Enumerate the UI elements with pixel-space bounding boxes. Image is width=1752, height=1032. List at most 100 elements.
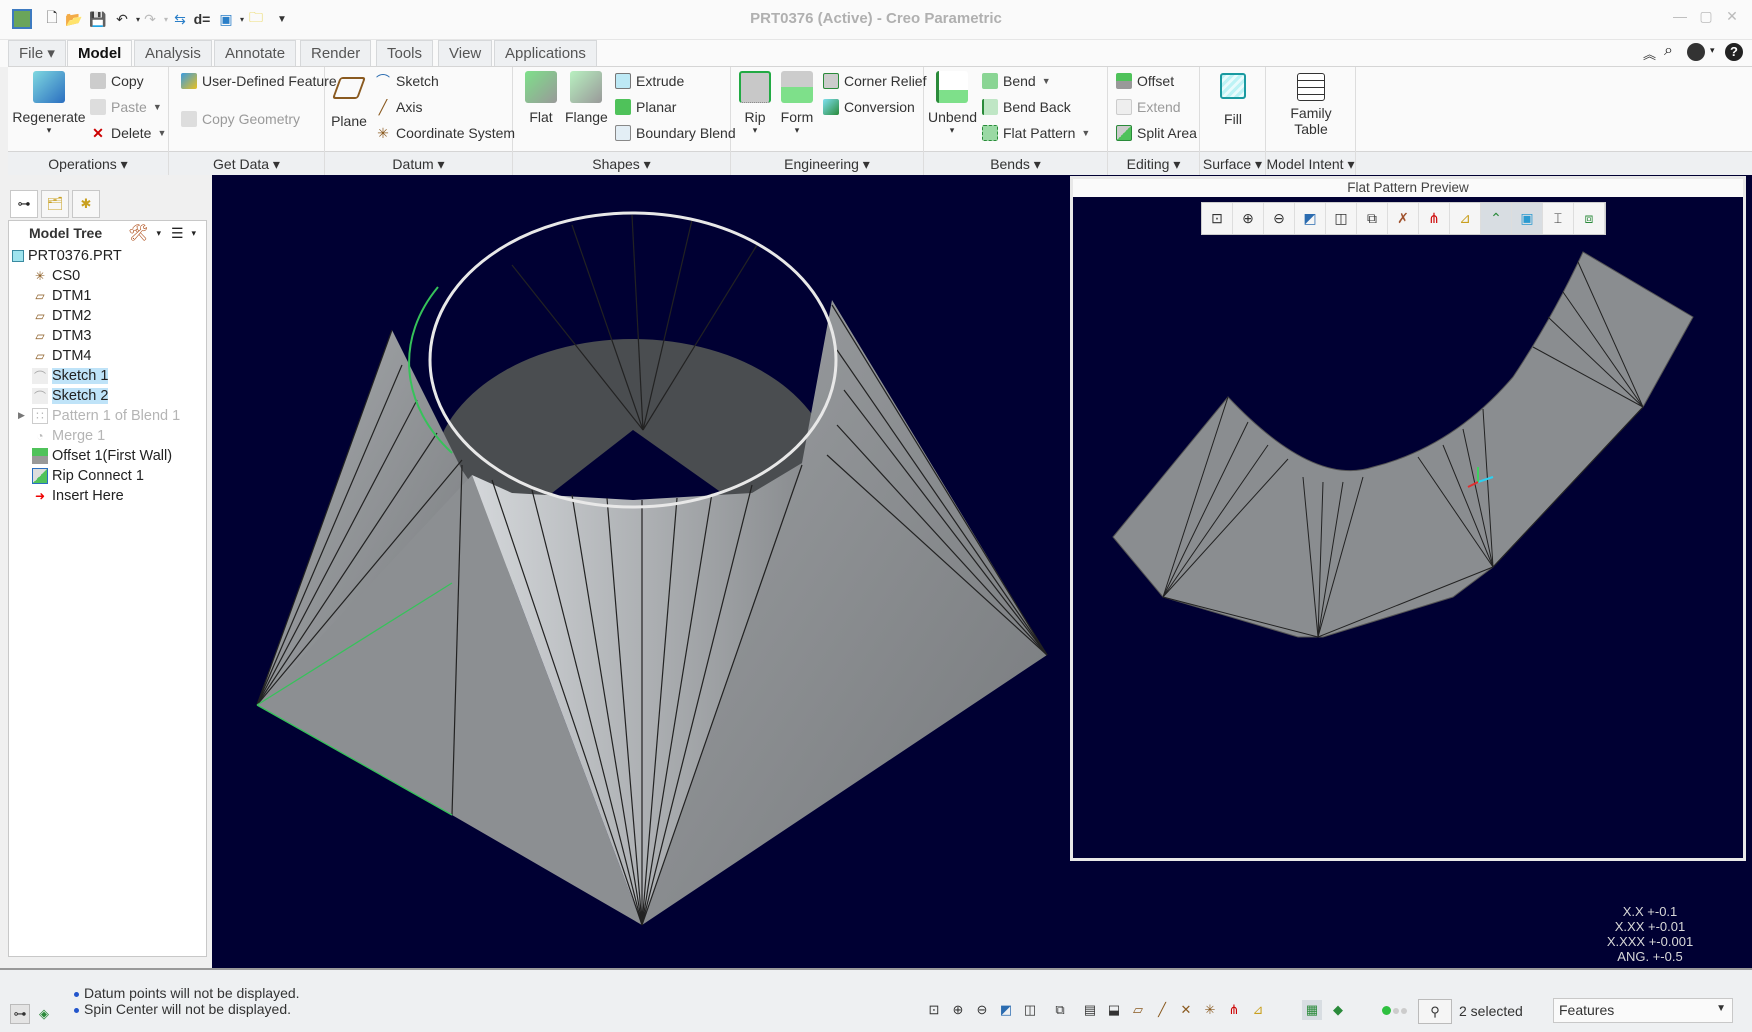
tree-item-rip-connect[interactable]: Rip Connect 1 — [32, 466, 144, 486]
help-icon[interactable]: ? — [1725, 43, 1743, 61]
close-button[interactable]: ✕ — [1720, 8, 1744, 28]
tab-annotate[interactable]: Annotate — [214, 40, 297, 67]
toggle-navigator-icon[interactable]: ⊶ — [10, 1004, 30, 1024]
csys-display-icon[interactable]: ✳ — [1200, 1000, 1220, 1020]
tree-item-dtm3[interactable]: ▱ DTM3 — [32, 326, 91, 346]
tree-item-merge[interactable]: ◔ Merge 1 — [32, 426, 105, 446]
tree-item-sketch2[interactable]: ⌒ Sketch 2 — [32, 386, 109, 406]
maximize-button[interactable]: ▢ — [1694, 8, 1718, 28]
zoom-in-icon[interactable]: ⊕ — [948, 1000, 968, 1020]
bend-lines-icon[interactable]: ▦ — [1302, 1000, 1322, 1020]
group-label-bends[interactable]: Bends ▾ — [924, 151, 1107, 175]
saved-orientations-icon[interactable]: ⧉ — [1050, 1000, 1070, 1020]
conversion-button[interactable]: Conversion — [823, 99, 915, 115]
tree-item-part[interactable]: PRT0376.PRT — [12, 246, 122, 266]
flange-button[interactable]: Flange — [565, 71, 608, 125]
tab-applications[interactable]: Applications — [494, 40, 597, 67]
spin-center-icon[interactable]: ⋔ — [1224, 1000, 1244, 1020]
plane-button[interactable]: Plane — [329, 77, 369, 129]
settings-dropdown-icon[interactable]: ▾ — [156, 228, 161, 239]
corner-relief-button[interactable]: Corner Relief — [823, 73, 926, 89]
annotation-display-icon[interactable]: ⊿ — [1248, 1000, 1268, 1020]
flat-pattern-preview-icon[interactable]: ◆ — [1328, 1000, 1348, 1020]
tab-analysis[interactable]: Analysis — [134, 40, 212, 67]
delete-button[interactable]: ✕ Delete ▼ — [90, 125, 166, 141]
tree-item-offset[interactable]: Offset 1(First Wall) — [32, 446, 172, 466]
copy-button[interactable]: Copy — [90, 73, 144, 89]
group-label-engineering[interactable]: Engineering ▾ — [731, 151, 923, 175]
extend-button[interactable]: Extend — [1116, 99, 1181, 115]
search-icon[interactable]: ⌕ — [1664, 42, 1673, 60]
model-tree-tab[interactable]: ⊶ — [10, 190, 38, 218]
favorites-tab[interactable]: ✱ — [72, 190, 100, 218]
tab-view[interactable]: View — [438, 40, 493, 67]
point-display-icon[interactable]: ✕ — [1176, 1000, 1196, 1020]
toggle-browser-icon[interactable]: ◈ — [34, 1004, 54, 1024]
minimize-button[interactable]: — — [1668, 8, 1692, 28]
tree-item-dtm2[interactable]: ▱ DTM2 — [32, 306, 91, 326]
bend-back-button[interactable]: Bend Back — [982, 99, 1071, 115]
flat-pattern-view[interactable] — [1073, 197, 1743, 861]
unbend-button[interactable]: Unbend ▾ — [928, 71, 977, 136]
tab-tools[interactable]: Tools — [376, 40, 434, 67]
offset-button[interactable]: Offset — [1116, 73, 1174, 89]
tree-item-insert-here[interactable]: ➜ Insert Here — [32, 486, 124, 506]
tab-render[interactable]: Render — [300, 40, 372, 67]
repaint-icon[interactable]: ◩ — [996, 1000, 1016, 1020]
axis-display-icon[interactable]: ╱ — [1152, 1000, 1172, 1020]
split-area-button[interactable]: Split Area — [1116, 125, 1197, 141]
show-options-icon[interactable]: ☰ — [171, 225, 184, 242]
expand-arrow-icon[interactable]: ▶ — [18, 410, 25, 421]
extrude-button[interactable]: Extrude — [615, 73, 684, 89]
paste-icon — [90, 99, 106, 115]
community-dropdown-icon[interactable]: ▾ — [1710, 45, 1715, 56]
find-icon[interactable]: ⚲ — [1418, 999, 1452, 1024]
family-table-button[interactable]: Family Table — [1276, 73, 1346, 137]
community-icon[interactable] — [1687, 43, 1705, 61]
tree-item-label: Rip Connect 1 — [52, 468, 144, 484]
tree-item-dtm1[interactable]: ▱ DTM1 — [32, 286, 91, 306]
group-label-datum[interactable]: Datum ▾ — [325, 151, 512, 175]
axis-button[interactable]: ╱ Axis — [375, 99, 423, 115]
udf-button[interactable]: User-Defined Feature — [181, 73, 337, 89]
show-dropdown-icon[interactable]: ▾ — [192, 228, 197, 239]
sketch-button[interactable]: ⌒ Sketch — [375, 73, 439, 89]
planar-button[interactable]: Planar — [615, 99, 676, 115]
flat-pattern-preview[interactable]: Flat Pattern Preview ⊡ ⊕ ⊖ ◩ ◫ ⧉ ✗ ⋔ ⊿ ⌃… — [1070, 176, 1746, 861]
display-style-icon[interactable]: ◫ — [1020, 1000, 1040, 1020]
perspective-icon[interactable]: ⬓ — [1104, 1000, 1124, 1020]
tree-item-pattern[interactable]: ∷ Pattern 1 of Blend 1 — [32, 406, 180, 426]
flat-button[interactable]: Flat — [523, 71, 559, 125]
group-label-shapes[interactable]: Shapes ▾ — [513, 151, 730, 175]
coordinate-system-button[interactable]: ✳ Coordinate System — [375, 125, 515, 141]
tab-model[interactable]: Model — [67, 40, 133, 68]
group-label-get-data[interactable]: Get Data ▾ — [169, 151, 324, 175]
regenerate-button[interactable]: Regenerate ▾ — [12, 71, 86, 136]
boundary-blend-button[interactable]: Boundary Blend — [615, 125, 736, 141]
folder-browser-tab[interactable]: 🗂 — [41, 190, 69, 218]
tab-file[interactable]: File ▾ — [8, 40, 66, 67]
group-label-surface[interactable]: Surface ▾ — [1200, 151, 1265, 175]
group-label-operations[interactable]: Operations ▾ — [8, 151, 168, 175]
chevron-down-icon[interactable]: ▼ — [1716, 1003, 1726, 1014]
tree-item-sketch1[interactable]: ⌒ Sketch 1 — [32, 366, 109, 386]
bend-button[interactable]: Bend ▼ — [982, 73, 1051, 89]
fill-button[interactable]: Fill — [1208, 73, 1258, 127]
zoom-out-icon[interactable]: ⊖ — [972, 1000, 992, 1020]
refit-icon[interactable]: ⊡ — [924, 1000, 944, 1020]
paste-button[interactable]: Paste ▼ — [90, 99, 162, 115]
selection-filter[interactable]: Features ▼ — [1553, 998, 1733, 1023]
copy-geometry-button[interactable]: Copy Geometry — [181, 111, 300, 127]
view-manager-icon[interactable]: ▤ — [1080, 1000, 1100, 1020]
form-button[interactable]: Form ▾ — [777, 71, 817, 136]
group-label-editing[interactable]: Editing ▾ — [1108, 151, 1199, 175]
rip-button[interactable]: Rip ▾ — [737, 71, 773, 136]
flat-pattern-button[interactable]: Flat Pattern ▼ — [982, 125, 1090, 141]
minimize-ribbon-icon[interactable]: ︽ — [1643, 44, 1656, 63]
settings-tools-icon[interactable]: 🛠 — [128, 223, 148, 243]
plane-display-icon[interactable]: ▱ — [1128, 1000, 1148, 1020]
form-icon — [781, 71, 813, 103]
tree-item-dtm4[interactable]: ▱ DTM4 — [32, 346, 91, 366]
tree-item-cs0[interactable]: ✳ CS0 — [32, 266, 80, 286]
group-label-model-intent[interactable]: Model Intent ▾ — [1266, 151, 1355, 175]
